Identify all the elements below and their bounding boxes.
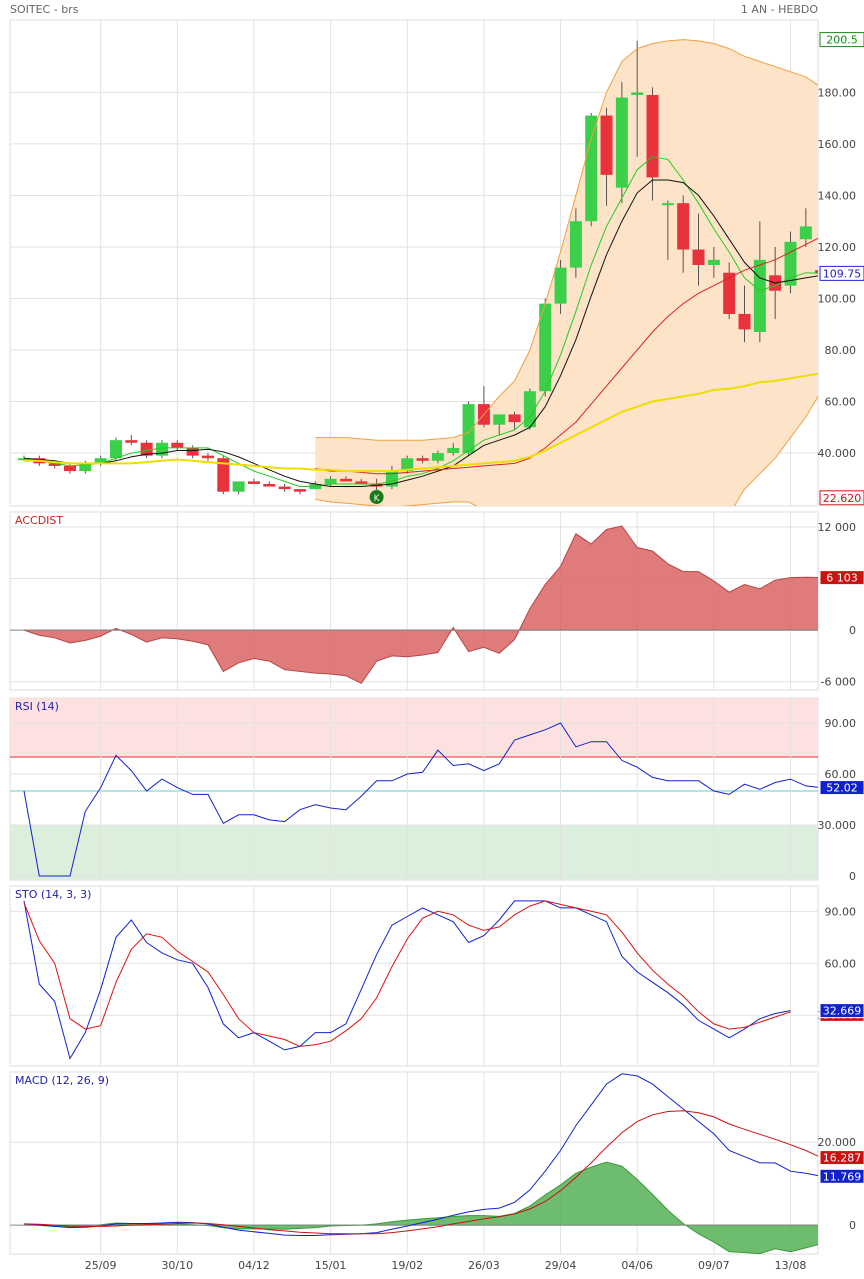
- candle-body: [324, 478, 337, 484]
- candle-body: [569, 221, 582, 268]
- x-tick-label: 15/01: [315, 1259, 347, 1272]
- y-tick-label: 80.00: [825, 344, 857, 357]
- y-tick-label: 100.00: [818, 292, 857, 305]
- candle-body: [339, 478, 352, 482]
- value-badge-label: 52.02: [826, 782, 858, 795]
- x-tick-label: 19/02: [391, 1259, 423, 1272]
- panel-0: 40.000 60.00 80.00 100.00 120.00 140.00 160.00…: [9, 19, 864, 507]
- x-tick-label: 04/06: [621, 1259, 653, 1272]
- candle-body: [646, 94, 659, 178]
- y-tick-label: 60.00: [825, 957, 857, 970]
- candle-body: [247, 481, 260, 484]
- candle-body: [416, 458, 429, 461]
- candle-body: [753, 259, 766, 332]
- candle-body: [615, 97, 628, 188]
- y-tick-label: 20.000: [818, 1136, 857, 1149]
- candle-body: [171, 442, 184, 448]
- candle-body: [431, 453, 444, 461]
- value-badge-label: 32.669: [823, 1005, 862, 1018]
- y-tick-label: 90.00: [825, 717, 857, 730]
- candle-body: [631, 92, 644, 95]
- candle-body: [784, 241, 797, 286]
- x-tick-label: 29/04: [545, 1259, 577, 1272]
- y-tick-label: 160.00: [818, 138, 857, 151]
- y-tick-label: 120.00: [818, 241, 857, 254]
- candle-body: [232, 481, 245, 492]
- candle-body: [109, 440, 122, 459]
- candle-body: [186, 447, 199, 456]
- panel-title: ACCDIST: [15, 514, 63, 527]
- period-label: 1 AN - HEBDO: [741, 3, 818, 16]
- y-tick-label: 12 000: [818, 521, 857, 534]
- y-tick-label: 0: [849, 870, 856, 883]
- oversold-zone: [10, 825, 818, 880]
- chart-page: SOITEC - brs 1 AN - HEBDO MM (7)MM (9)MM…: [0, 0, 864, 1275]
- panel-3: STO (14, 3, 3)90.0060.0030.00030.00032.6…: [9, 885, 864, 1067]
- value-badge-label: 109.75: [823, 267, 862, 280]
- x-tick-label: 26/03: [468, 1259, 500, 1272]
- x-tick-label: 09/07: [698, 1259, 730, 1272]
- y-tick-label: 60.00: [825, 768, 857, 781]
- panel-1: ACCDIST12 0006 0000-6 0006 103: [9, 511, 864, 691]
- x-tick-label: 30/10: [161, 1259, 193, 1272]
- candle-body: [585, 115, 598, 222]
- candle-body: [677, 203, 690, 250]
- panel-title: MACD (12, 26, 9): [15, 1074, 109, 1087]
- panel-title: RSI (14): [15, 700, 59, 713]
- candle-body: [125, 440, 138, 443]
- panel-title: STO (14, 3, 3): [15, 888, 91, 901]
- panel-2: RSI (14) 90.00 60.00 30.000 0 52.02: [9, 697, 864, 883]
- candle-body: [661, 203, 674, 206]
- x-tick-label: 04/12: [238, 1259, 270, 1272]
- value-badge-label: 11.769: [823, 1170, 862, 1183]
- y-tick-label: -6 000: [821, 676, 856, 689]
- candle-body: [462, 404, 475, 454]
- candle-body: [554, 267, 567, 304]
- y-tick-label: 40.000: [818, 447, 857, 460]
- candle-body: [600, 115, 613, 175]
- y-tick-label: 90.00: [825, 905, 857, 918]
- candle-body: [707, 259, 720, 265]
- panel-4: MACD (12, 26, 9) 20.000 0 16.287 11.769: [9, 1071, 864, 1255]
- candle-body: [723, 272, 736, 314]
- candle-body: [63, 465, 76, 472]
- value-badge-label: 6 103: [826, 572, 858, 585]
- y-tick-label: 30.000: [818, 819, 857, 832]
- candle-body: [201, 455, 214, 459]
- candle-body: [263, 483, 276, 487]
- candle-body: [447, 447, 460, 454]
- y-tick-label: 0: [849, 624, 856, 637]
- y-tick-label: 0: [849, 1219, 856, 1232]
- x-tick-label: 25/09: [85, 1259, 117, 1272]
- instrument-title: SOITEC - brs: [10, 3, 79, 16]
- candle-body: [692, 249, 705, 265]
- candle-body: [493, 414, 506, 425]
- chart-canvas: SOITEC - brs 1 AN - HEBDO MM (7)MM (9)MM…: [9, 3, 864, 1272]
- candle-body: [278, 486, 291, 490]
- value-badge-label: 200.5: [826, 34, 858, 47]
- candle-body: [293, 489, 306, 492]
- value-badge-label: 16.287: [823, 1152, 862, 1165]
- candle-body: [738, 313, 751, 330]
- y-tick-label: 140.00: [818, 189, 857, 202]
- candle-body: [799, 226, 812, 240]
- value-badge-label: 22.620: [823, 492, 862, 505]
- y-tick-label: 180.00: [818, 86, 857, 99]
- x-axis: 25/09 30/10 04/12 15/01 19/02 26/03 29/04 04/06…: [85, 1259, 807, 1272]
- overbought-zone: [10, 698, 818, 757]
- y-tick-label: 60.00: [825, 396, 857, 409]
- x-tick-label: 13/08: [775, 1259, 807, 1272]
- candle-body: [508, 414, 521, 423]
